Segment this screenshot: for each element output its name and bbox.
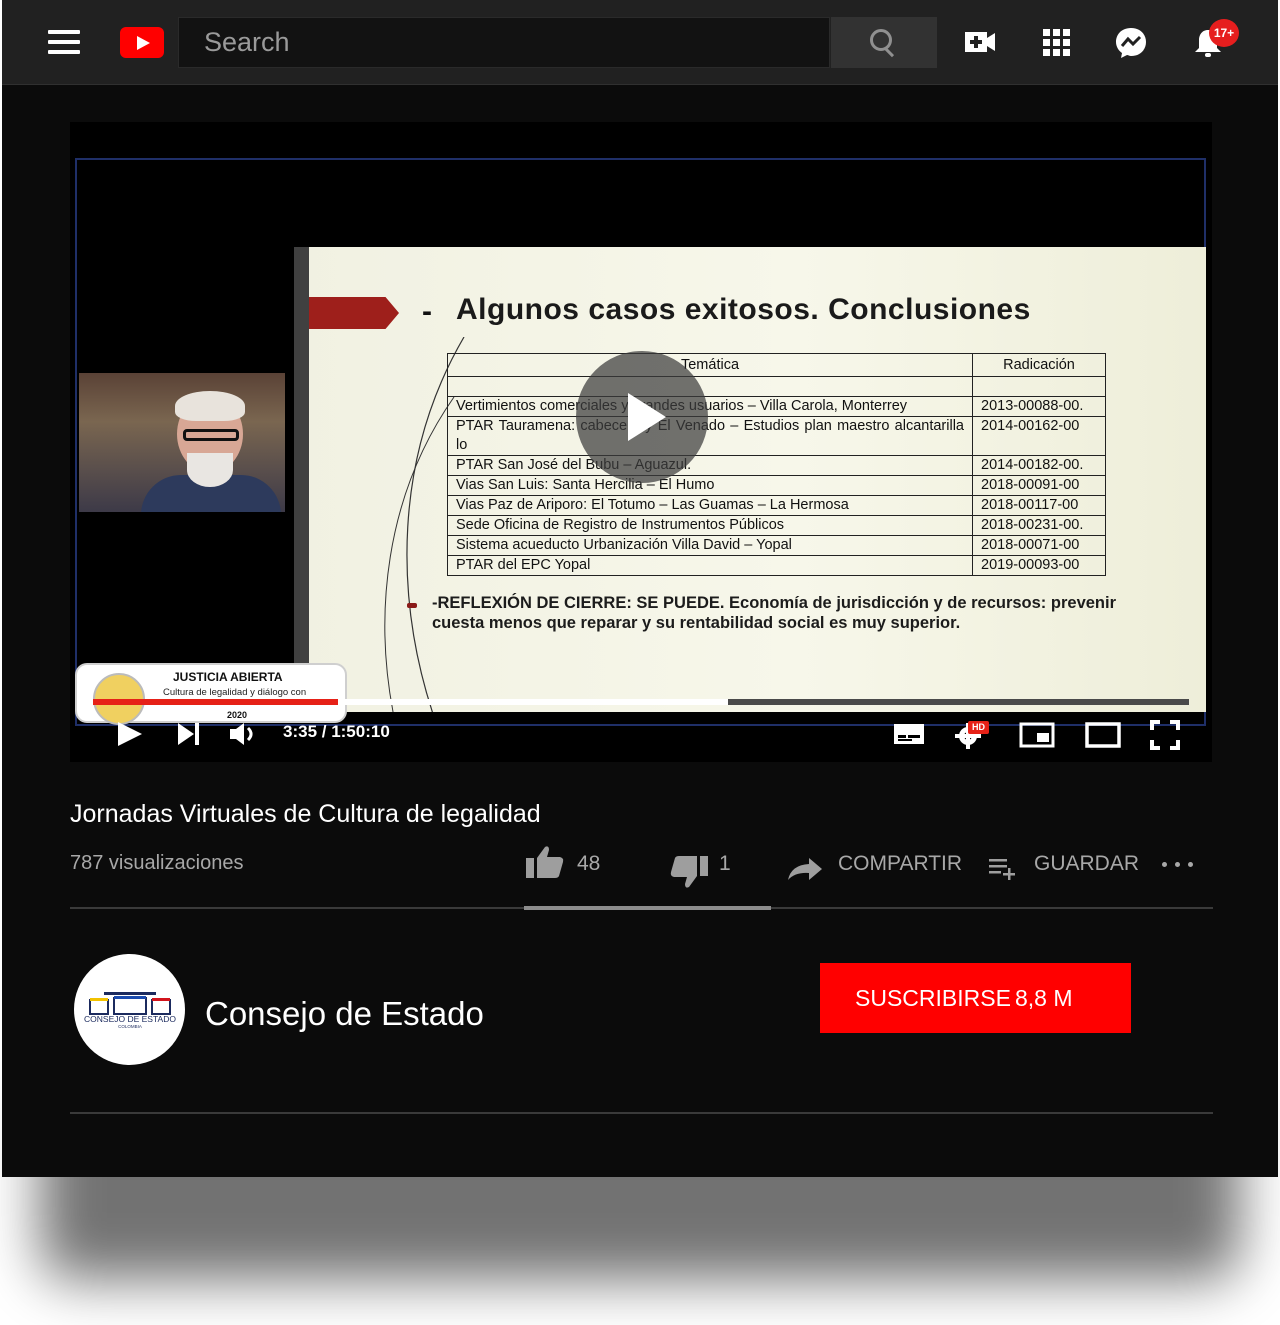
slide-table: Temática Radicación Vertimientos comerci… bbox=[447, 353, 1106, 576]
slide-table-header: Temática Radicación bbox=[447, 353, 1106, 377]
notification-badge: 17+ bbox=[1209, 19, 1239, 47]
cell-tematica: Sistema acueducto Urbanización Villa Dav… bbox=[447, 535, 973, 556]
table-row: Sistema acueducto Urbanización Villa Dav… bbox=[447, 535, 1106, 556]
justicia-abierta-logo: JUSTICIA ABIERTA Cultura de legalidad y … bbox=[75, 663, 347, 725]
cell-radicacion: 2018-00231-00. bbox=[972, 515, 1106, 536]
like-ratio-bar bbox=[524, 906, 771, 910]
overlay-title: JUSTICIA ABIERTA bbox=[173, 670, 283, 684]
thumbs-up-icon bbox=[526, 846, 564, 878]
subtitles-icon[interactable] bbox=[893, 722, 925, 751]
fullscreen-icon[interactable] bbox=[1150, 720, 1180, 755]
messages-icon[interactable] bbox=[1113, 24, 1149, 60]
dislike-count: 1 bbox=[719, 852, 731, 875]
cell-tematica: Vias Paz de Ariporo: El Totumo – Las Gua… bbox=[447, 495, 973, 516]
table-row bbox=[447, 376, 1106, 397]
channel-logo-subtext: COLOMBIA bbox=[118, 1024, 142, 1029]
overlay-subtitle: Cultura de legalidad y diálogo con bbox=[163, 687, 307, 698]
speaker-webcam bbox=[79, 373, 285, 512]
cell-radicacion: 2018-00091-00 bbox=[972, 475, 1106, 496]
table-row: Vias Paz de Ariporo: El Totumo – Las Gua… bbox=[447, 495, 1106, 516]
channel-name[interactable]: Consejo de Estado bbox=[205, 995, 484, 1033]
channel-logo-text: CONSEJO DE ESTADO bbox=[84, 1014, 176, 1024]
cell-radicacion: 2013-00088-00. bbox=[972, 396, 1106, 417]
like-count: 48 bbox=[577, 852, 601, 875]
thumbs-down-icon bbox=[670, 856, 708, 888]
playlist-add-icon bbox=[989, 859, 1015, 880]
miniplayer-icon[interactable] bbox=[1019, 722, 1055, 753]
save-label: GUARDAR bbox=[1034, 852, 1140, 875]
slide-title: Algunos casos exitosos. Conclusiones bbox=[456, 293, 1031, 326]
cell-radicacion: 2014-00162-00 bbox=[972, 416, 1106, 456]
cell-radicacion: 2018-00117-00 bbox=[972, 495, 1106, 516]
share-label: COMPARTIR bbox=[838, 852, 963, 875]
progress-red-accent bbox=[93, 699, 338, 705]
video-player[interactable]: - Algunos casos exitosos. Conclusiones T… bbox=[70, 122, 1212, 762]
table-row: Sede Oficina de Registro de Instrumentos… bbox=[447, 515, 1106, 536]
youtube-logo-icon[interactable] bbox=[120, 27, 164, 58]
share-icon bbox=[788, 858, 822, 880]
search-button[interactable] bbox=[831, 17, 937, 68]
slide-bullet-icon bbox=[407, 603, 417, 608]
theater-icon[interactable] bbox=[1085, 722, 1121, 753]
apps-icon[interactable] bbox=[1039, 24, 1075, 60]
top-bar: Search 17+ bbox=[2, 0, 1278, 85]
subscribe-label: SUSCRIBIRSE bbox=[855, 985, 1011, 1011]
cell-radicacion: 2018-00071-00 bbox=[972, 535, 1106, 556]
big-play-button[interactable] bbox=[576, 351, 708, 483]
cell-tematica: Sede Oficina de Registro de Instrumentos… bbox=[447, 515, 973, 536]
slide-closing-text: -REFLEXIÓN DE CIERRE: SE PUEDE. Economía… bbox=[432, 594, 1117, 632]
cell-tematica: PTAR Tauramena: cabecera y El Venado – E… bbox=[447, 416, 973, 456]
play-icon[interactable] bbox=[114, 719, 144, 754]
table-row: PTAR Tauramena: cabecera y El Venado – E… bbox=[447, 416, 1106, 456]
search-icon bbox=[870, 29, 892, 51]
volume-icon[interactable] bbox=[228, 721, 260, 752]
cell-tematica: PTAR del EPC Yopal bbox=[447, 555, 973, 576]
create-video-icon[interactable] bbox=[962, 24, 998, 60]
cell-tematica: PTAR San José del Bubu – Aguazul. bbox=[447, 455, 973, 476]
next-icon[interactable] bbox=[175, 721, 201, 752]
channel-avatar[interactable]: CONSEJO DE ESTADO COLOMBIA bbox=[74, 954, 185, 1065]
search-input[interactable]: Search bbox=[178, 17, 830, 68]
youtube-app: Search 17+ - Algunos casos exitosos. Con… bbox=[2, 0, 1278, 1177]
header-tematica: Temática bbox=[447, 353, 973, 377]
header-radicacion: Radicación bbox=[972, 353, 1106, 377]
cell-radicacion: 2014-00182-00. bbox=[972, 455, 1106, 476]
subscriber-count: 8,8 M bbox=[1015, 985, 1073, 1011]
hd-badge: HD bbox=[968, 721, 989, 734]
time-display: 3:35 / 1:50:10 bbox=[283, 722, 390, 741]
slide-dash: - bbox=[422, 295, 432, 328]
subscribe-button[interactable]: SUSCRIBIRSE 8,8 M bbox=[820, 963, 1131, 1033]
menu-icon[interactable] bbox=[48, 30, 80, 54]
slide-left-bar bbox=[294, 247, 309, 712]
video-title: Jornadas Virtuales de Cultura de legalid… bbox=[70, 800, 541, 828]
cell-radicacion: 2019-00093-00 bbox=[972, 555, 1106, 576]
table-row: PTAR del EPC Yopal 2019-00093-00 bbox=[447, 555, 1106, 576]
cell-tematica: Vertimientos comerciales y grandes usuar… bbox=[447, 396, 973, 417]
channel-divider bbox=[70, 1112, 1213, 1114]
cell-tematica: Vias San Luis: Santa Hercilia – El Humo bbox=[447, 475, 973, 496]
table-row: Vias San Luis: Santa Hercilia – El Humo 2… bbox=[447, 475, 1106, 496]
table-row: Vertimientos comerciales y grandes usuar… bbox=[447, 396, 1106, 417]
overlay-year: 2020 bbox=[227, 710, 248, 720]
view-count: 787 visualizaciones bbox=[70, 852, 244, 874]
table-row: PTAR San José del Bubu – Aguazul. 2014-00… bbox=[447, 455, 1106, 476]
cell-tematica bbox=[447, 376, 973, 397]
progress-bar[interactable] bbox=[93, 699, 1189, 705]
slide-arrow-shape bbox=[309, 297, 399, 329]
cell-radicacion bbox=[972, 376, 1106, 397]
presentation-slide: - Algunos casos exitosos. Conclusiones T… bbox=[294, 247, 1206, 712]
